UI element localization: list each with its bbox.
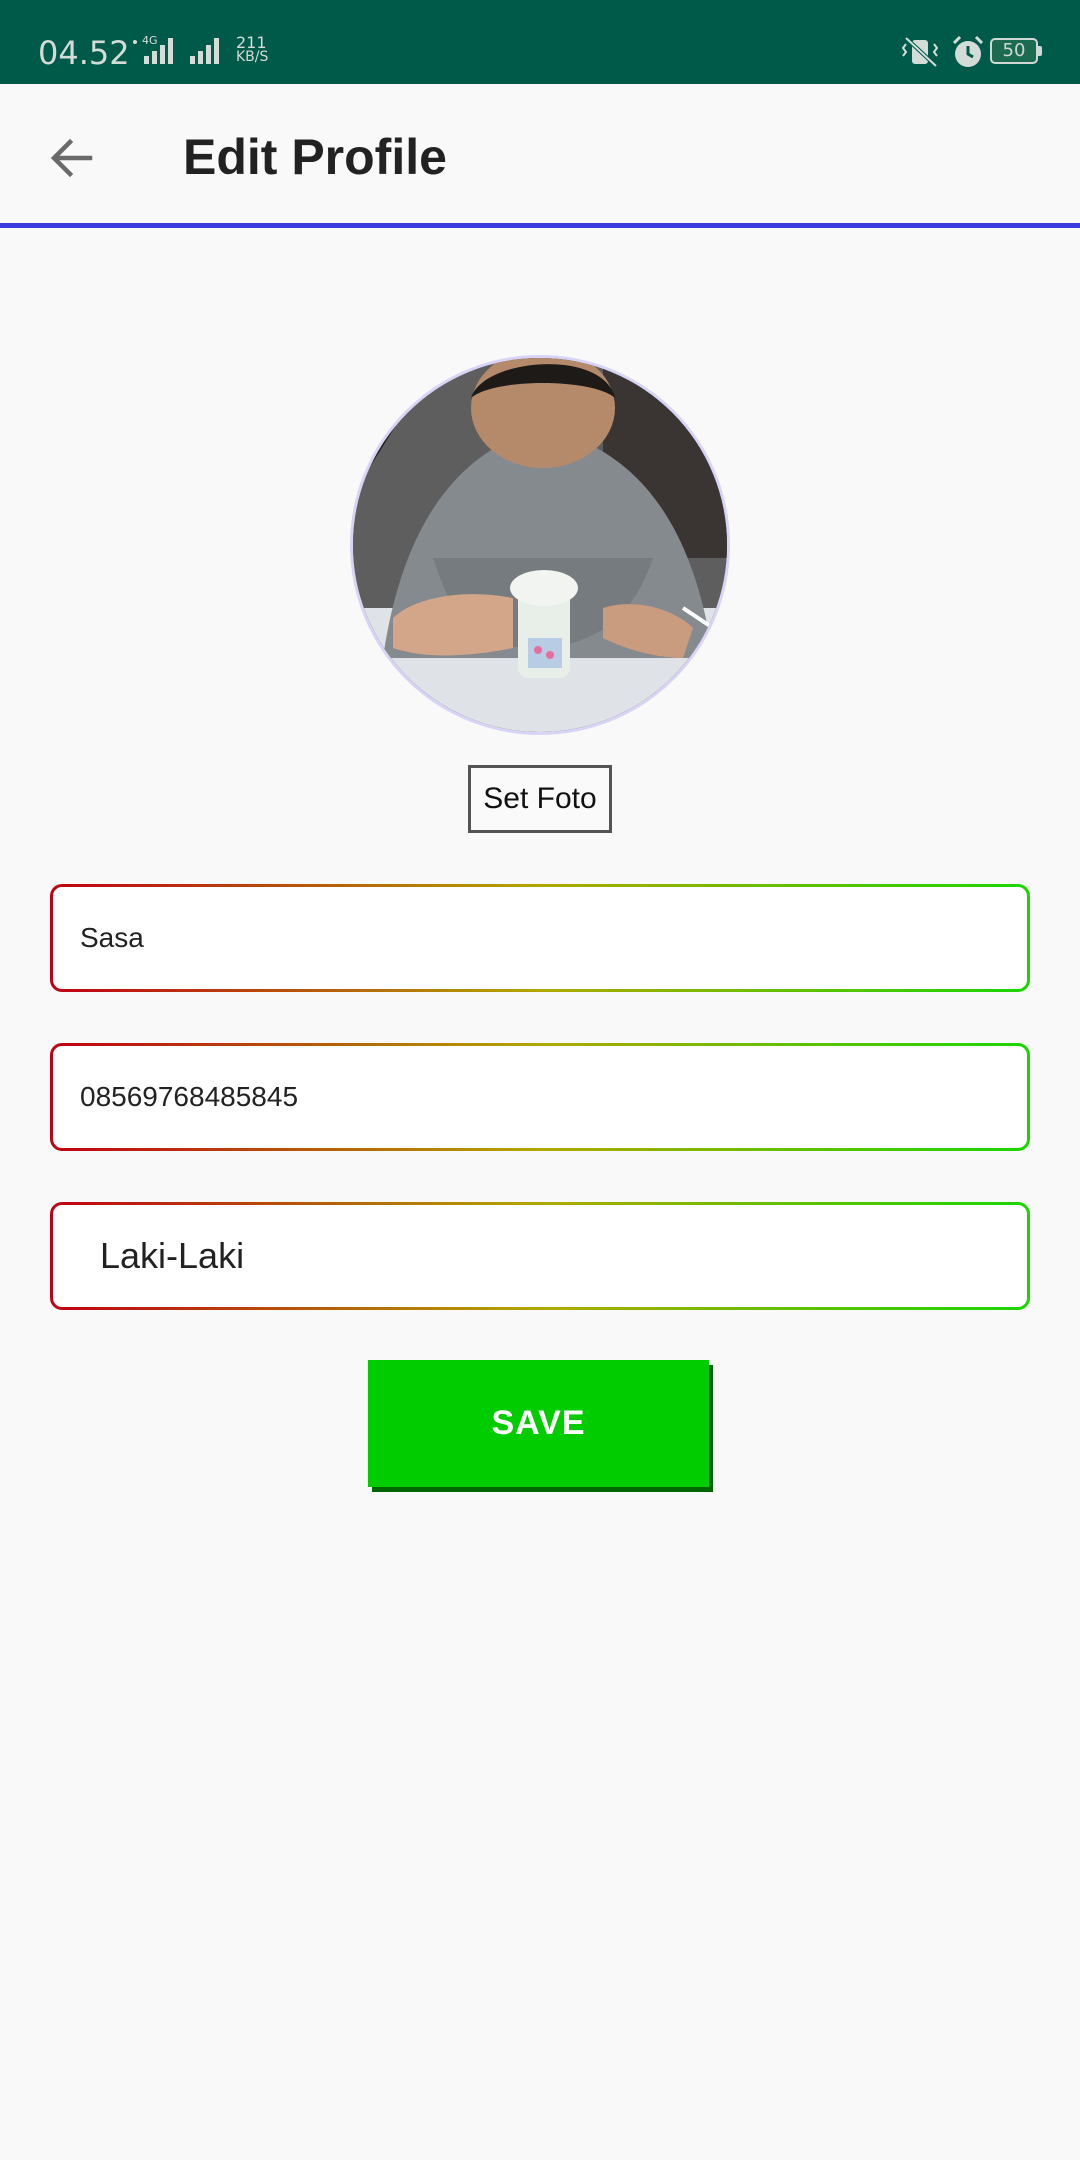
vibrate-icon: [901, 36, 939, 68]
battery-icon: 50: [990, 38, 1042, 64]
phone-input[interactable]: [53, 1081, 1027, 1113]
network-type-label: 4G: [142, 34, 158, 47]
name-field: [50, 884, 1030, 992]
gender-selector[interactable]: Laki-Laki: [53, 1205, 1027, 1307]
status-bar: 04.52 4G 211 KB/S 50: [0, 0, 1080, 84]
gender-value: Laki-Laki: [100, 1235, 245, 1276]
profile-photo: [350, 355, 730, 735]
phone-field: [50, 1043, 1030, 1151]
signal-icon: 4G: [133, 34, 219, 64]
alarm-icon: [952, 35, 984, 67]
gender-field: Laki-Laki: [50, 1202, 1030, 1310]
net-speed-unit: KB/S: [236, 49, 269, 65]
save-button[interactable]: SAVE: [368, 1360, 709, 1487]
phone-field-box: [53, 1046, 1027, 1148]
page-title: Edit Profile: [183, 129, 447, 185]
set-photo-button[interactable]: Set Foto: [468, 765, 612, 833]
name-field-box: [53, 887, 1027, 989]
net-speed: 211 KB/S: [236, 33, 269, 65]
name-input[interactable]: [53, 922, 1027, 954]
arrow-back-icon[interactable]: [44, 130, 100, 186]
app-bar: Edit Profile: [0, 84, 1080, 228]
net-speed-value: 211: [236, 33, 267, 52]
status-time: 04.52: [38, 34, 130, 72]
profile-photo-image: [353, 358, 727, 732]
